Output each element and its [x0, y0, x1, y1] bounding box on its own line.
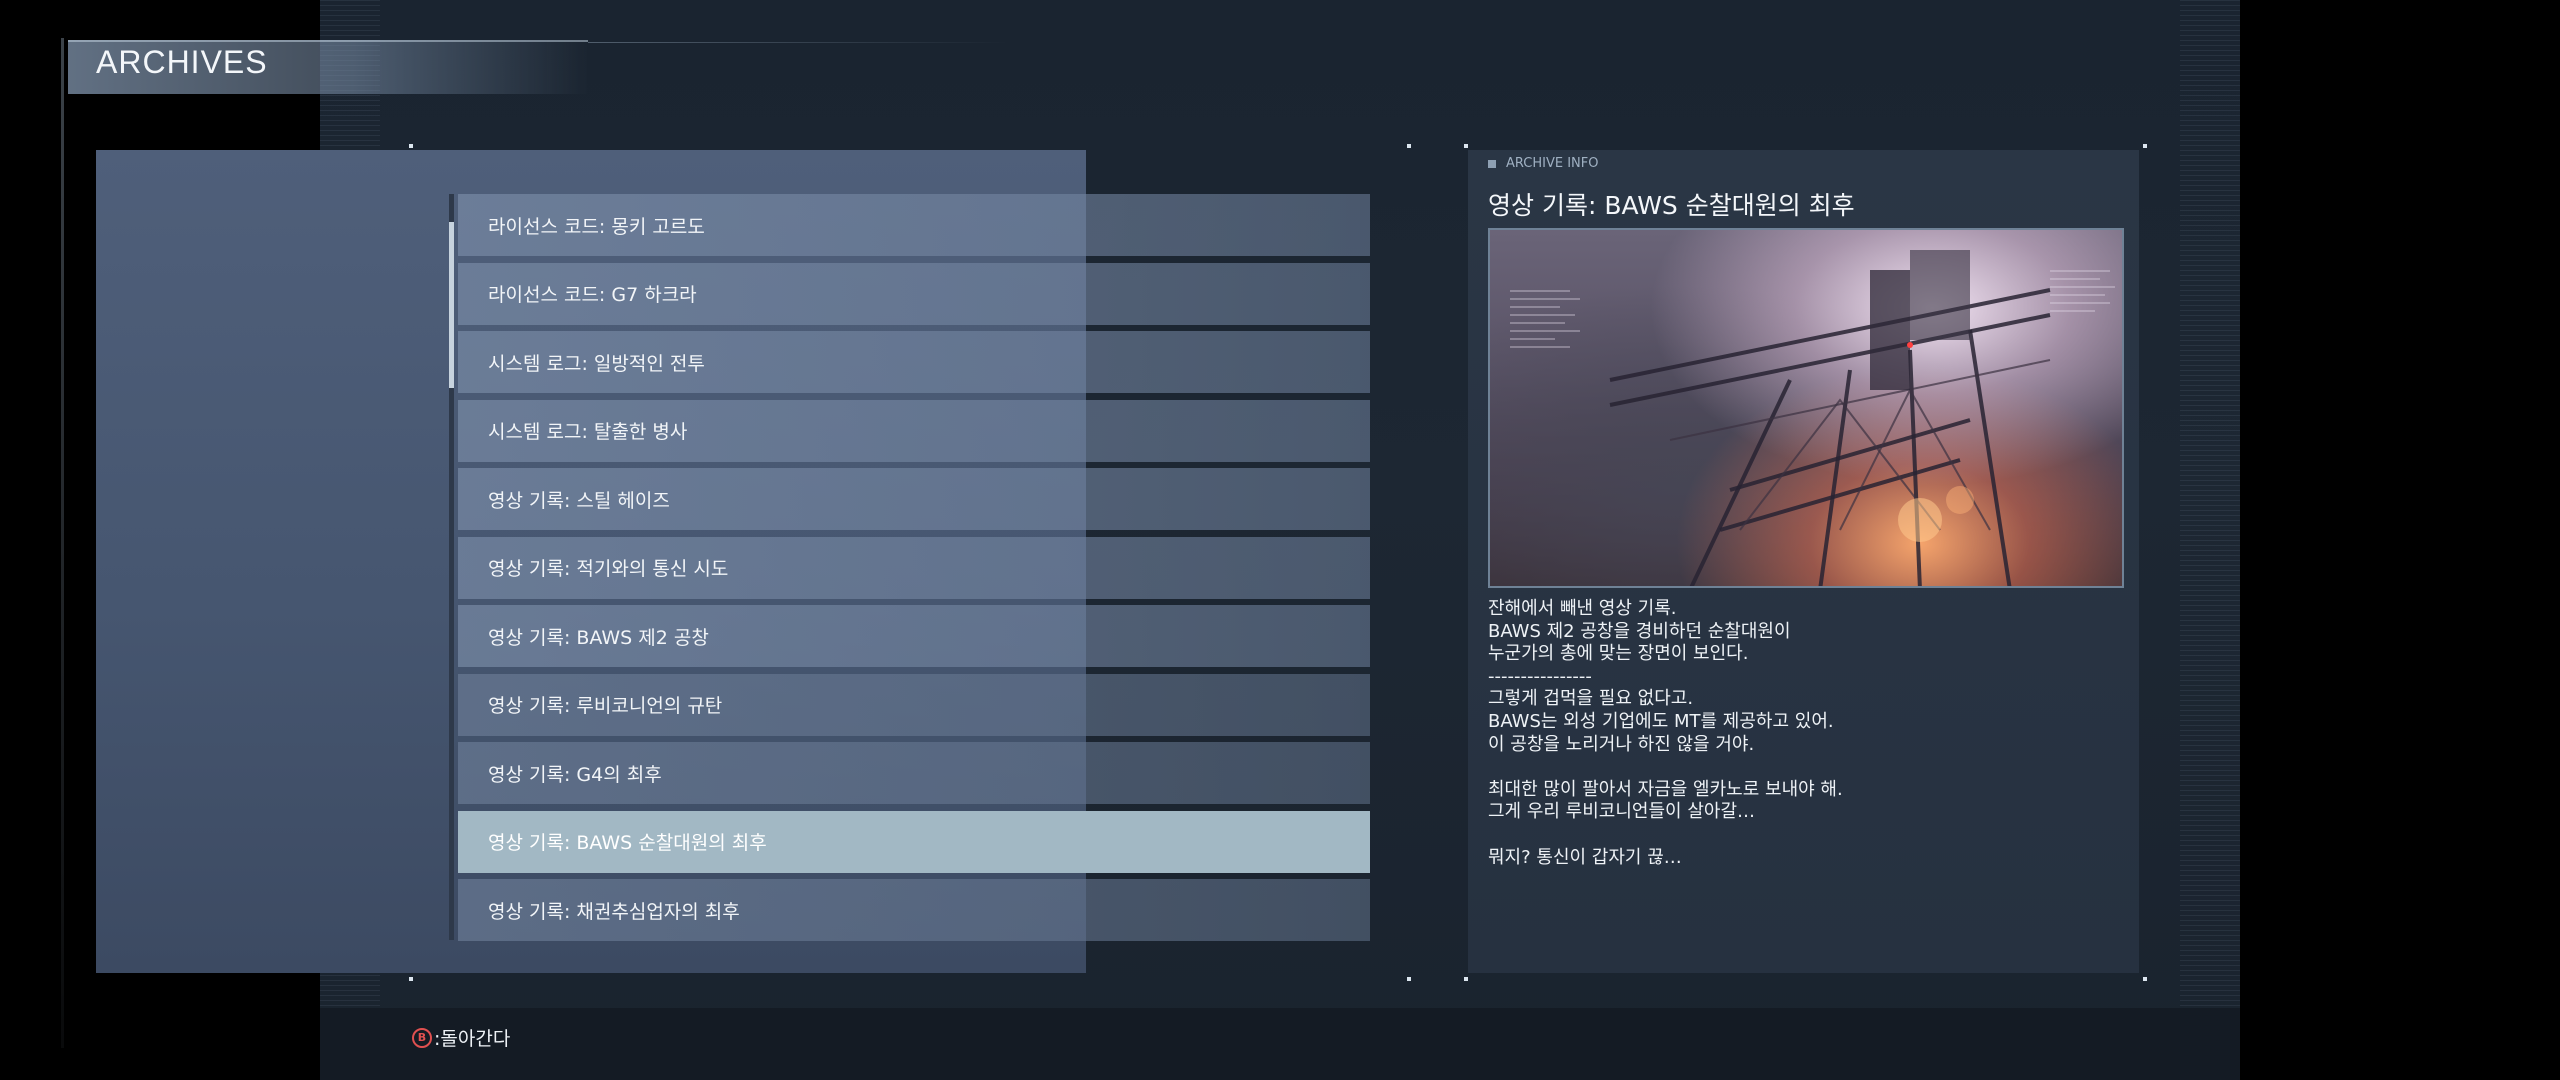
corner-tick: [1407, 977, 1411, 981]
page-title: ARCHIVES: [96, 44, 268, 80]
archive-info-line: 잔해에서 빼낸 영상 기록.: [1488, 598, 1677, 619]
archive-list: 라이선스 코드: 몽키 고르도라이선스 코드: G7 하크라시스템 로그: 일방…: [458, 194, 1370, 948]
archive-list-item[interactable]: 시스템 로그: 탈출한 병사: [458, 399, 1370, 462]
corner-tick: [1464, 977, 1468, 981]
archive-list-item[interactable]: 영상 기록: G4의 최후: [458, 742, 1370, 804]
archive-info-line: 최대한 많이 팔아서 자금을 엘카노로 보내야 해.: [1488, 778, 1843, 800]
archive-list-item-label: 시스템 로그: 일방적인 전투: [488, 352, 705, 375]
archive-list-item[interactable]: 영상 기록: 루비코니언의 규탄: [458, 673, 1370, 736]
archive-list-item-label: 영상 기록: BAWS 순찰대원의 최후: [488, 832, 767, 854]
archive-info-line: ----------------: [1488, 665, 1592, 687]
archive-list-item-label: 영상 기록: BAWS 제2 공창: [488, 626, 709, 649]
archive-info-caption-text: ARCHIVE INFO: [1506, 156, 1599, 171]
list-scrollbar-thumb[interactable]: [449, 222, 454, 388]
archive-list-item[interactable]: 시스템 로그: 일방적인 전투: [458, 331, 1370, 393]
square-icon: [1488, 159, 1496, 168]
back-button[interactable]: B :돌아간다: [412, 1024, 510, 1051]
corner-tick: [409, 977, 413, 981]
archive-info-line: BAWS는 외성 기업에도 MT를 제공하고 있어.: [1488, 710, 1834, 732]
archive-info-line: 누군가의 총에 맞는 장면이 보인다.: [1488, 643, 1749, 665]
corner-tick: [1464, 144, 1468, 148]
archive-list-item-label: 시스템 로그: 탈출한 병사: [488, 421, 688, 443]
archive-list-item[interactable]: 영상 기록: BAWS 순찰대원의 최후: [458, 810, 1370, 873]
archive-list-item-label: 영상 기록: G4의 최후: [488, 763, 662, 786]
footer-bar: [320, 1008, 2240, 1080]
archive-list-item[interactable]: 영상 기록: 채권추심업자의 최후: [458, 879, 1370, 941]
corner-tick: [1407, 144, 1411, 148]
archive-info-title: 영상 기록: BAWS 순찰대원의 최후: [1488, 191, 1855, 220]
archive-list-item-label: 영상 기록: 채권추심업자의 최후: [488, 900, 740, 923]
archive-list-item-label: 영상 기록: 적기와의 통신 시도: [488, 558, 729, 580]
corner-tick: [2143, 977, 2147, 981]
archive-list-item-label: 라이선스 코드: 몽키 고르도: [488, 215, 705, 238]
corner-tick: [2143, 144, 2147, 148]
archive-preview-image: [1488, 228, 2124, 588]
archive-list-item[interactable]: 영상 기록: 적기와의 통신 시도: [458, 536, 1370, 599]
archive-info-line: 뭐지? 통신이 갑자기 끊…: [1488, 846, 1682, 868]
archive-info-caption: ARCHIVE INFO: [1488, 156, 1598, 171]
archive-info-line: [1488, 756, 2118, 779]
archive-info-line: 그게 우리 루비코니언들이 살아갈…: [1488, 801, 1756, 823]
archive-list-item[interactable]: 라이선스 코드: G7 하크라: [458, 262, 1370, 325]
archive-info-line: BAWS 제2 공창을 경비하던 순찰대원이: [1488, 620, 1791, 642]
archive-list-item[interactable]: 라이선스 코드: 몽키 고르도: [458, 194, 1370, 256]
archive-info-line: [1488, 824, 2118, 847]
preview-illustration: [1510, 250, 2115, 586]
corner-tick: [409, 144, 413, 148]
back-label: :돌아간다: [434, 1028, 511, 1050]
archive-info-body: 잔해에서 빼낸 영상 기록. BAWS 제2 공창을 경비하던 순찰대원이 누군가의…: [1488, 598, 2118, 869]
archive-list-item-label: 라이선스 코드: G7 하크라: [488, 284, 697, 306]
archive-info-line: 그렇게 겁먹을 필요 없다고.: [1488, 688, 1694, 710]
b-button-icon: B: [412, 1027, 432, 1048]
archive-list-item[interactable]: 영상 기록: BAWS 제2 공창: [458, 605, 1370, 667]
archive-info-line: 이 공창을 노리거나 하진 않을 거야.: [1488, 733, 1755, 755]
archive-list-item[interactable]: 영상 기록: 스틸 헤이즈: [458, 468, 1370, 530]
title-underline: [588, 42, 1008, 43]
frame-edge: [61, 38, 64, 1048]
archive-list-item-label: 영상 기록: 스틸 헤이즈: [488, 489, 670, 512]
decorative-scanlines-right: [2180, 0, 2240, 1080]
archive-list-item-label: 영상 기록: 루비코니언의 규탄: [488, 695, 723, 717]
